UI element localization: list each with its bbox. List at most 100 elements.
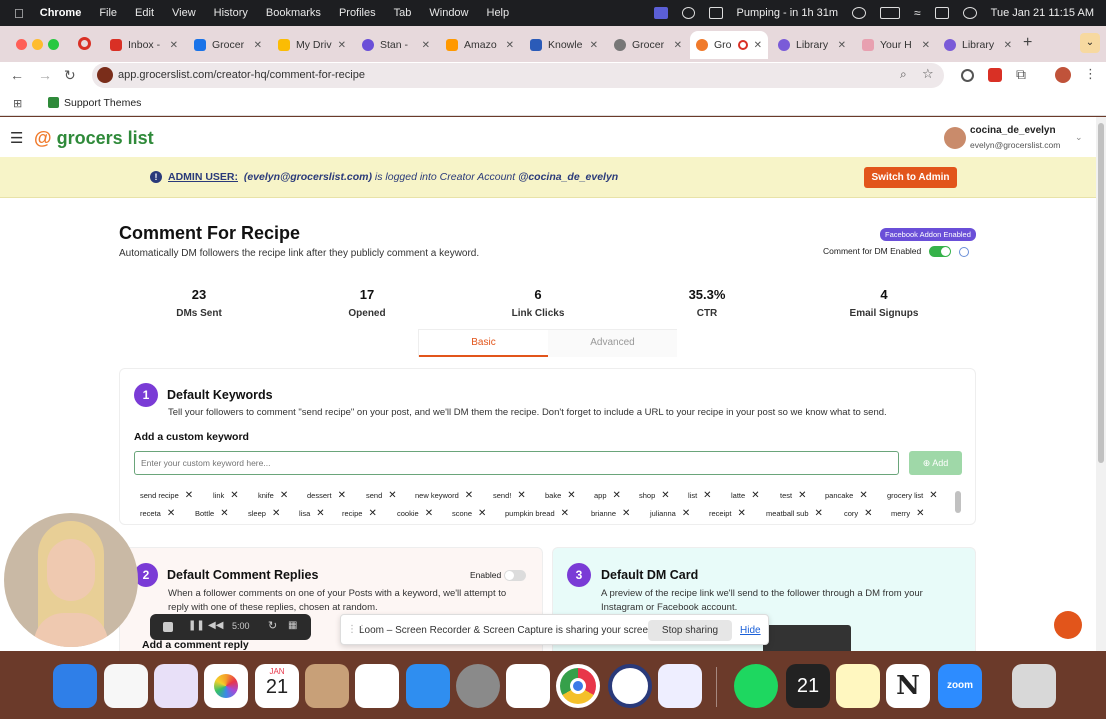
extension-badge-icon[interactable] xyxy=(988,68,1002,82)
remove-keyword-icon[interactable]: ✕ xyxy=(567,490,575,501)
custom-keyword-input[interactable] xyxy=(134,451,899,475)
photos-icon[interactable] xyxy=(204,664,248,708)
replies-enabled-toggle[interactable] xyxy=(503,570,526,582)
tab-drive[interactable]: My Driv ✕ xyxy=(272,31,352,59)
remove-keyword-icon[interactable]: ✕ xyxy=(465,490,473,501)
stop-sharing-button[interactable]: Stop sharing xyxy=(648,620,732,641)
minimize-window-icon[interactable] xyxy=(32,39,43,50)
back-icon[interactable]: ← xyxy=(10,67,24,83)
add-keyword-button[interactable]: ⊕ Add xyxy=(909,451,962,475)
trash-can-icon[interactable] xyxy=(1012,664,1056,708)
tab-grocers-active[interactable]: Gro ✕ xyxy=(690,31,768,59)
new-tab-icon[interactable]: + xyxy=(1023,34,1032,52)
extension-lens-icon[interactable] xyxy=(961,69,974,82)
close-icon[interactable]: ✕ xyxy=(674,40,682,51)
user-menu-chevron-icon[interactable]: ⌄ xyxy=(1075,132,1083,143)
switch-to-admin-button[interactable]: Switch to Admin xyxy=(864,167,957,188)
remove-keyword-icon[interactable]: ✕ xyxy=(272,508,280,519)
remove-keyword-icon[interactable]: ✕ xyxy=(622,508,630,519)
menu-profiles[interactable]: Profiles xyxy=(339,7,376,19)
menu-bookmarks[interactable]: Bookmarks xyxy=(266,7,321,19)
tab-basic[interactable]: Basic xyxy=(419,330,548,357)
menu-app-name[interactable]: Chrome xyxy=(40,7,82,19)
remove-keyword-icon[interactable]: ✕ xyxy=(703,490,711,501)
control-center-icon[interactable] xyxy=(934,7,949,19)
tab-advanced[interactable]: Advanced xyxy=(548,330,677,357)
remove-keyword-icon[interactable]: ✕ xyxy=(561,508,569,519)
address-bar[interactable]: app.grocerslist.com/creator-hq/comment-f… xyxy=(92,63,944,88)
page-scrollbar[interactable] xyxy=(1096,117,1106,651)
remove-keyword-icon[interactable]: ✕ xyxy=(280,490,288,501)
zoom-lens-icon[interactable]: ⌕ xyxy=(900,67,907,82)
screen-record-icon[interactable] xyxy=(653,7,668,19)
remove-keyword-icon[interactable]: ✕ xyxy=(613,490,621,501)
menu-tab[interactable]: Tab xyxy=(394,7,412,19)
slack-icon[interactable] xyxy=(506,664,550,708)
contacts-icon[interactable] xyxy=(305,664,349,708)
close-icon[interactable]: ✕ xyxy=(506,40,514,51)
pause-icon[interactable]: ❚❚ xyxy=(188,620,205,631)
remove-keyword-icon[interactable]: ✕ xyxy=(798,490,806,501)
user-name[interactable]: cocina_de_evelyn xyxy=(970,125,1056,136)
tab-library-2[interactable]: Library ✕ xyxy=(938,31,1018,59)
puzzle-icon[interactable]: ⧉ xyxy=(1016,66,1026,83)
dm-enabled-toggle[interactable] xyxy=(928,246,951,258)
zoom-window-icon[interactable] xyxy=(48,39,59,50)
chevron-down-icon[interactable]: ⌄ xyxy=(1080,33,1100,53)
zoom-status-icon[interactable] xyxy=(681,7,695,19)
remove-keyword-icon[interactable]: ✕ xyxy=(864,508,872,519)
chrome-icon[interactable] xyxy=(556,664,600,708)
remove-keyword-icon[interactable]: ✕ xyxy=(230,490,238,501)
remove-keyword-icon[interactable]: ✕ xyxy=(661,490,669,501)
restart-icon[interactable]: ↻ xyxy=(268,619,277,632)
menu-view[interactable]: View xyxy=(172,7,196,19)
hamburger-menu-icon[interactable]: ☰ xyxy=(10,129,23,147)
close-icon[interactable]: ✕ xyxy=(754,40,762,51)
grocers-list-logo[interactable]: @ grocers list xyxy=(34,128,154,149)
wifi-icon[interactable]: ≈ xyxy=(914,6,921,20)
zoom-app-icon[interactable]: zoom xyxy=(938,664,982,708)
app-store-icon[interactable] xyxy=(406,664,450,708)
remove-keyword-icon[interactable]: ✕ xyxy=(859,490,867,501)
tab-inbox[interactable]: Inbox - ✕ xyxy=(104,31,184,59)
close-icon[interactable]: ✕ xyxy=(1004,40,1012,51)
forward-icon[interactable]: → xyxy=(38,67,52,83)
close-icon[interactable]: ✕ xyxy=(422,40,430,51)
remove-keyword-icon[interactable]: ✕ xyxy=(220,508,228,519)
close-window-icon[interactable] xyxy=(16,39,27,50)
tab-grocer-2[interactable]: Grocer ✕ xyxy=(608,31,688,59)
close-icon[interactable]: ✕ xyxy=(590,40,598,51)
apps-grid-icon[interactable]: ⊞ xyxy=(13,97,22,110)
remove-keyword-icon[interactable]: ✕ xyxy=(517,490,525,501)
star-icon[interactable]: ☆ xyxy=(922,66,934,82)
1password-icon[interactable] xyxy=(608,664,652,708)
remove-keyword-icon[interactable]: ✕ xyxy=(167,508,175,519)
launchpad-icon[interactable] xyxy=(154,664,198,708)
tab-amazon[interactable]: Amazo ✕ xyxy=(440,31,520,59)
finder-icon[interactable] xyxy=(53,664,97,708)
rewind-icon[interactable]: ◀◀ xyxy=(208,620,223,631)
menu-history[interactable]: History xyxy=(214,7,248,19)
preview-icon[interactable] xyxy=(658,664,702,708)
pumping-status[interactable]: Pumping - in 1h 31m xyxy=(737,7,839,19)
tab-your-h[interactable]: Your H ✕ xyxy=(856,31,936,59)
scroll-thumb[interactable] xyxy=(1098,123,1104,463)
site-info-icon[interactable] xyxy=(97,67,113,83)
battery-icon[interactable] xyxy=(880,7,901,19)
play-icon[interactable] xyxy=(852,7,867,19)
calendar-app-icon[interactable]: 21 xyxy=(786,664,830,708)
remove-keyword-icon[interactable]: ✕ xyxy=(916,508,924,519)
close-icon[interactable]: ✕ xyxy=(254,40,262,51)
bookmark-support-themes[interactable]: Support Themes xyxy=(64,97,141,109)
tab-knowledge[interactable]: Knowle ✕ xyxy=(524,31,604,59)
tab-grocer[interactable]: Grocer ✕ xyxy=(188,31,268,59)
reload-icon[interactable]: ↻ xyxy=(64,67,76,84)
remove-keyword-icon[interactable]: ✕ xyxy=(929,490,937,501)
remove-keyword-icon[interactable]: ✕ xyxy=(368,508,376,519)
remove-keyword-icon[interactable]: ✕ xyxy=(751,490,759,501)
notion-icon[interactable]: N xyxy=(886,664,930,708)
menu-window[interactable]: Window xyxy=(429,7,468,19)
spotify-icon[interactable] xyxy=(734,664,778,708)
tab-library[interactable]: Library ✕ xyxy=(772,31,852,59)
remove-keyword-icon[interactable]: ✕ xyxy=(478,508,486,519)
